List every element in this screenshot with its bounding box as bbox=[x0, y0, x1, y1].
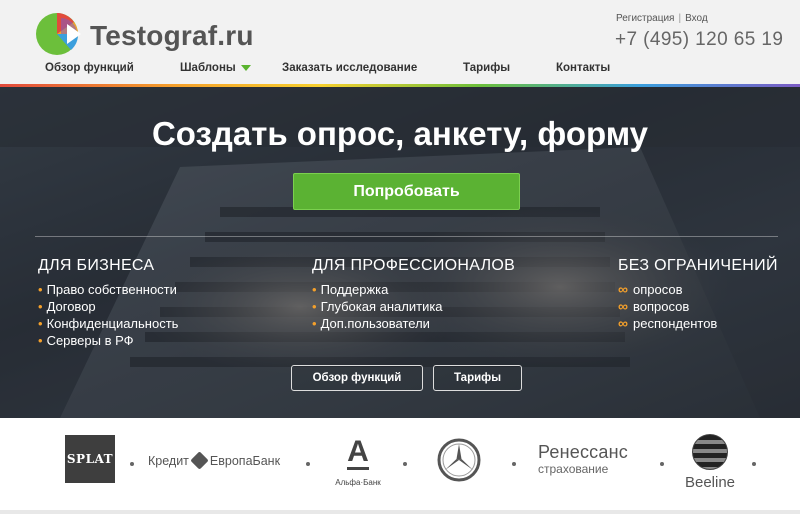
nav-item-pricing[interactable]: Тарифы bbox=[463, 62, 510, 74]
renaissance-name: Ренессанс bbox=[538, 442, 628, 462]
splat-logo: SPLAT bbox=[65, 435, 115, 483]
beeline-logo: Beeline bbox=[680, 434, 740, 491]
beeline-ball-icon bbox=[692, 434, 728, 470]
list-item: ∞ вопросов bbox=[618, 298, 778, 315]
business-column: ДЛЯ БИЗНЕСА • Право собственности • Догово… bbox=[38, 257, 178, 349]
list-item-label: респондентов bbox=[632, 316, 718, 331]
nav-item-features[interactable]: Обзор функций bbox=[45, 62, 134, 74]
list-item-label: Право собственности bbox=[46, 282, 177, 297]
separator-dot bbox=[512, 462, 516, 466]
list-item: • Договор bbox=[38, 298, 178, 315]
partners-strip: SPLAT Кредит ЕвропаБанк А Альфа·Банк Рене… bbox=[0, 418, 800, 514]
bullet-dot-icon: • bbox=[38, 299, 43, 314]
credit-europe-bank-logo: Кредит ЕвропаБанк bbox=[148, 451, 281, 470]
hero-divider bbox=[35, 236, 778, 237]
bottom-border bbox=[0, 510, 800, 514]
bullet-dot-icon: • bbox=[312, 299, 317, 314]
phone-number[interactable]: +7 (495) 120 65 19 bbox=[615, 29, 783, 51]
login-link[interactable]: Вход bbox=[685, 13, 708, 24]
alfa-bank-logo: А Альфа·Банк bbox=[328, 435, 388, 494]
nav-item-templates-label: Шаблоны bbox=[180, 62, 236, 74]
list-item: ∞ респондентов bbox=[618, 315, 778, 332]
renaissance-sub: страхование bbox=[538, 462, 609, 476]
list-item: ∞ опросов bbox=[618, 281, 778, 298]
list-item: • Глубокая аналитика bbox=[312, 298, 515, 315]
beeline-text: Beeline bbox=[684, 474, 736, 491]
list-item: • Конфиденциальность bbox=[38, 315, 178, 332]
alfa-letter: А bbox=[347, 435, 369, 468]
bullet-dot-icon: • bbox=[312, 282, 317, 297]
try-button[interactable]: Попробовать bbox=[293, 173, 520, 210]
separator-dot bbox=[130, 462, 134, 466]
unlimited-column: БЕЗ ОГРАНИЧЕНИЙ ∞ опросов ∞ вопросов ∞ респ… bbox=[618, 257, 778, 332]
separator-dot bbox=[306, 462, 310, 466]
separator-dot bbox=[660, 462, 664, 466]
list-item: • Серверы в РФ bbox=[38, 332, 178, 349]
auth-separator: | bbox=[678, 13, 682, 24]
unlimited-column-title: БЕЗ ОГРАНИЧЕНИЙ bbox=[618, 257, 778, 274]
bullet-dot-icon: • bbox=[38, 333, 43, 348]
separator-dot bbox=[752, 462, 756, 466]
nav-item-templates[interactable]: Шаблоны bbox=[180, 62, 251, 74]
nav-item-order-research[interactable]: Заказать исследование bbox=[282, 62, 417, 74]
professionals-column-title: ДЛЯ ПРОФЕССИОНАЛОВ bbox=[312, 257, 516, 274]
mercedes-star-icon bbox=[437, 438, 481, 482]
credit-europe-right-text: ЕвропаБанк bbox=[209, 454, 281, 468]
business-column-title: ДЛЯ БИЗНЕСА bbox=[38, 257, 155, 274]
main-nav: Обзор функций Шаблоны Заказать исследова… bbox=[0, 62, 800, 80]
infinity-icon: ∞ bbox=[618, 281, 628, 297]
infinity-icon: ∞ bbox=[618, 298, 628, 314]
pricing-button[interactable]: Тарифы bbox=[433, 365, 522, 391]
register-link[interactable]: Регистрация bbox=[616, 13, 674, 24]
bullet-dot-icon: • bbox=[38, 316, 43, 331]
renaissance-logo: Ренессанс страхование bbox=[538, 442, 628, 476]
list-item: • Доп.пользователи bbox=[312, 315, 515, 332]
logo-text[interactable]: Testograf.ru bbox=[90, 20, 254, 52]
site-header: Testograf.ru Регистрация | Вход +7 (495) 1… bbox=[0, 0, 800, 84]
features-overview-button[interactable]: Обзор функций bbox=[291, 365, 423, 391]
bullet-dot-icon: • bbox=[38, 282, 43, 297]
auth-links: Регистрация | Вход bbox=[616, 13, 708, 24]
infinity-icon: ∞ bbox=[618, 315, 628, 331]
list-item-label: Поддержка bbox=[320, 282, 389, 297]
list-item-label: Доп.пользователи bbox=[320, 316, 430, 331]
list-item: • Право собственности bbox=[38, 281, 178, 298]
pie-chart-logo-icon[interactable] bbox=[34, 10, 84, 56]
bullet-dot-icon: • bbox=[312, 316, 317, 331]
alfa-bank-text: Альфа·Банк bbox=[335, 478, 381, 487]
diamond-icon bbox=[190, 451, 209, 470]
hero-section: Создать опрос, анкету, форму Попробовать… bbox=[0, 87, 800, 418]
list-item-label: вопросов bbox=[632, 299, 690, 314]
list-item: • Поддержка bbox=[312, 281, 515, 298]
nav-item-contacts[interactable]: Контакты bbox=[556, 62, 610, 74]
caret-down-icon bbox=[240, 64, 251, 71]
list-item-label: опросов bbox=[632, 282, 683, 297]
list-item-label: Договор bbox=[46, 299, 96, 314]
list-item-label: Конфиденциальность bbox=[46, 316, 179, 331]
professionals-column: ДЛЯ ПРОФЕССИОНАЛОВ • Поддержка • Глубокая … bbox=[312, 257, 515, 332]
list-item-label: Глубокая аналитика bbox=[320, 299, 443, 314]
credit-europe-left-text: Кредит bbox=[148, 454, 189, 468]
list-item-label: Серверы в РФ bbox=[46, 333, 134, 348]
hero-title: Создать опрос, анкету, форму bbox=[151, 115, 649, 152]
separator-dot bbox=[403, 462, 407, 466]
